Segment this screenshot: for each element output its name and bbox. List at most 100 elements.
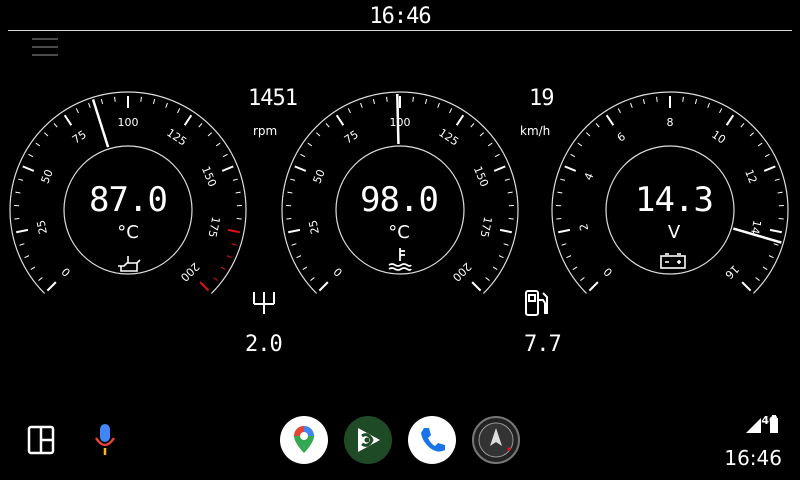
gauge-app-icon[interactable] [472,416,520,464]
tick-label: 4 [582,171,597,182]
tick-label: 25 [306,219,321,235]
minor-tick [30,266,36,270]
minor-tick [572,266,578,270]
minor-tick [302,266,308,270]
minor-tick [749,132,755,137]
tick-label: 150 [471,164,491,188]
minor-tick [437,102,440,108]
minor-tick [19,243,25,246]
minor-tick [307,142,313,147]
minor-tick [487,142,493,147]
minor-tick [24,255,30,259]
minor-tick [656,96,658,102]
minor-tick [231,243,237,246]
minor-tick [642,99,646,105]
speed-value: 19 [529,86,554,111]
microphone-icon[interactable] [92,422,118,458]
major-tick [499,228,513,234]
minor-tick [18,178,24,181]
minor-tick [215,142,221,147]
major-tick [22,165,35,172]
major-tick [605,114,615,126]
tick-label: 100 [118,116,139,129]
minor-tick [290,178,296,181]
tick-label: 2 [577,222,591,231]
minor-tick [140,96,142,102]
minor-tick [773,243,779,246]
minor-tick [152,99,156,105]
minor-tick [479,132,485,137]
minor-tick [226,255,232,259]
minor-tick [114,96,116,102]
minor-tick [28,153,34,158]
voltage-unit: V [667,222,681,243]
major-tick [493,165,506,172]
tick-label: 16 [722,262,741,281]
minor-tick [38,277,43,281]
battery-status-icon [770,415,778,433]
fuel-value: 7.7 [524,332,562,357]
minor-tick [764,153,770,158]
minor-tick [777,191,783,194]
maps-app-icon[interactable] [280,416,328,464]
major-tick [15,228,29,234]
tick-label: 6 [615,130,628,145]
tick-label: 175 [205,216,222,239]
minor-tick [694,99,698,105]
minor-tick [43,132,49,137]
minor-tick [561,243,567,246]
minor-tick [198,122,203,128]
speed-unit: km/h [520,124,551,138]
gear-value: 2.0 [245,332,283,357]
minor-tick [504,178,510,181]
major-tick [769,228,783,234]
tick-label: 50 [310,168,327,186]
tick-label: 75 [70,128,89,147]
major-tick [564,165,577,172]
tick-label: 175 [477,216,494,239]
minor-tick [300,153,306,158]
minor-tick [719,108,723,114]
minor-tick [75,108,79,114]
fuel-pump-icon [525,290,548,316]
minor-tick [360,102,363,108]
signal-icon [746,418,761,433]
major-tick [763,165,776,172]
minor-tick [15,191,21,194]
battery-icon [660,253,686,269]
minor-tick [768,255,774,259]
tick-label: 0 [331,265,345,279]
minor-tick [310,277,315,281]
minor-tick [755,277,760,281]
minor-tick [682,96,684,102]
coolant-temp-value: 98.0 [360,180,439,220]
minor-tick [757,142,763,147]
minor-tick [232,178,238,181]
minor-tick [35,142,41,147]
minor-tick [560,178,566,181]
major-tick [741,281,752,292]
major-tick [221,165,234,172]
major-tick [183,114,193,126]
gearshift-icon [253,292,275,314]
minor-tick [235,191,241,194]
major-tick [294,165,307,172]
dashboard-layout-icon[interactable] [26,424,56,456]
major-tick [335,114,345,126]
minor-tick [507,191,513,194]
minor-tick [577,142,583,147]
phone-app-icon[interactable] [408,416,456,464]
rpm-unit: rpm [253,124,278,138]
minor-tick [774,178,780,181]
minor-tick [296,255,302,259]
play-app-icon[interactable] [344,416,392,464]
major-tick [588,281,599,292]
dock-clock: 16:46 [724,446,782,470]
minor-tick [165,102,168,108]
minor-tick [372,99,376,105]
voltage-value: 14.3 [635,180,714,220]
oil-temperature-icon [118,256,141,272]
oil-temp-unit: °C [117,222,139,243]
tick-label: 200 [450,260,474,284]
minor-tick [595,122,600,128]
